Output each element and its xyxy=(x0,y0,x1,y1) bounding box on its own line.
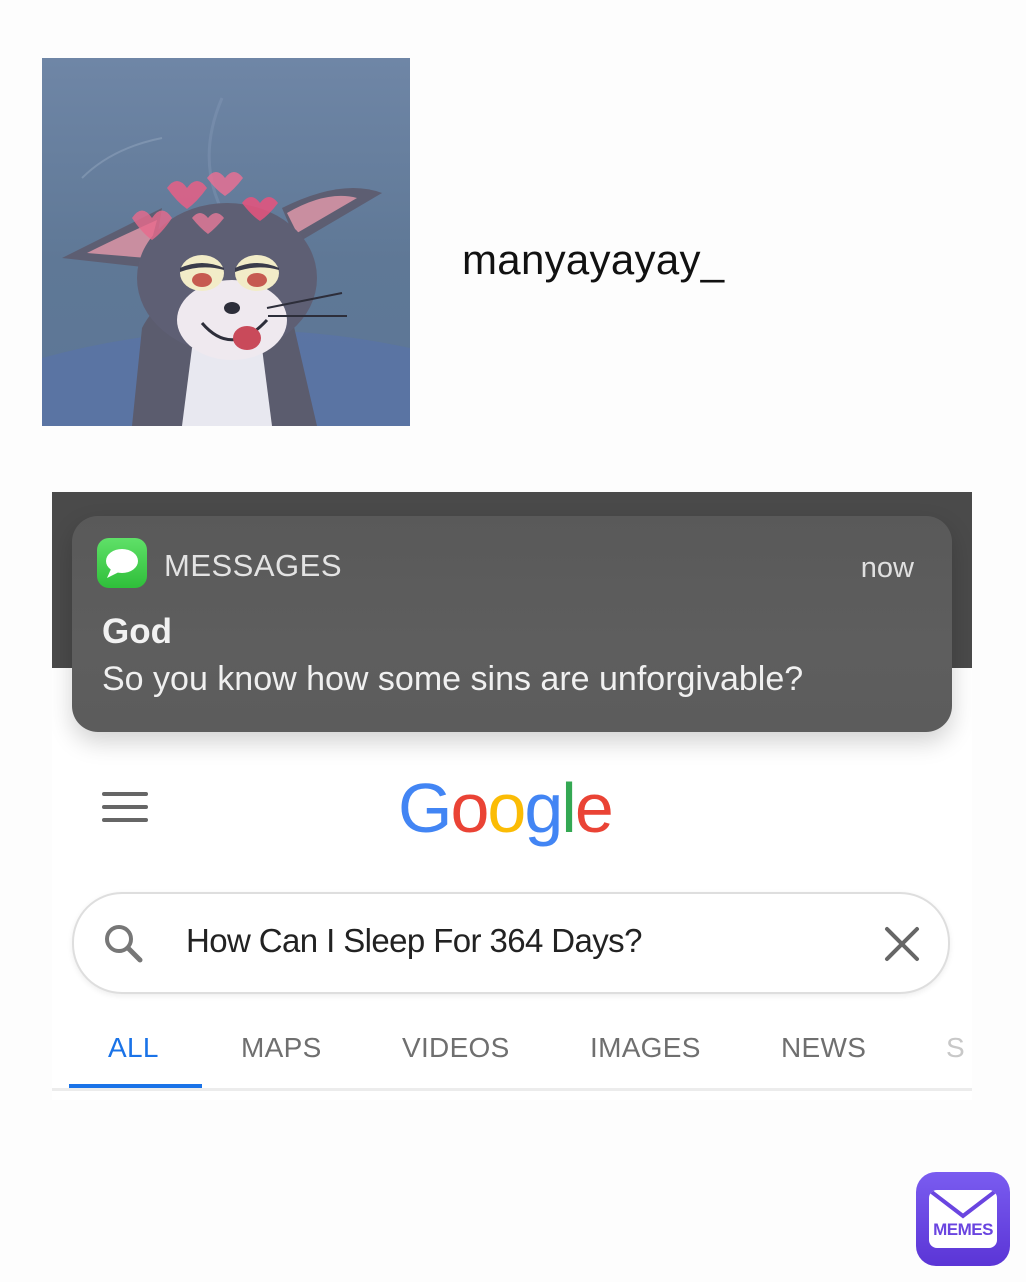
envelope-icon: MEMES xyxy=(929,1190,997,1248)
hamburger-menu-icon[interactable] xyxy=(102,792,148,824)
message-notification[interactable]: MESSAGES now God So you know how some si… xyxy=(72,516,952,732)
tab-shopping[interactable]: S xyxy=(946,1032,965,1064)
notification-title: God xyxy=(102,612,172,651)
logo-letter: o xyxy=(450,769,489,847)
google-logo[interactable]: Google xyxy=(398,768,614,848)
notification-app-name: MESSAGES xyxy=(164,548,342,583)
search-input[interactable] xyxy=(186,916,826,966)
logo-letter: l xyxy=(561,769,577,847)
avatar xyxy=(42,58,410,426)
notification-time: now xyxy=(860,552,914,584)
search-bar[interactable] xyxy=(72,892,950,994)
memes-label: MEMES xyxy=(933,1220,993,1239)
phone-screenshot: MESSAGES now God So you know how some si… xyxy=(52,492,972,1100)
logo-letter: g xyxy=(524,769,563,847)
tab-videos[interactable]: VIDEOS xyxy=(402,1032,510,1064)
messages-bubble-icon xyxy=(97,538,147,588)
username: manyayayay_ xyxy=(462,236,725,283)
search-icon[interactable] xyxy=(100,920,146,966)
logo-letter: e xyxy=(574,769,614,847)
tabs-divider xyxy=(52,1088,972,1091)
close-icon[interactable] xyxy=(882,924,922,964)
search-tabs: ALL MAPS VIDEOS IMAGES NEWS S xyxy=(52,1022,972,1090)
tab-all[interactable]: ALL xyxy=(108,1032,159,1064)
tab-images[interactable]: IMAGES xyxy=(590,1032,701,1064)
logo-letter: G xyxy=(398,769,452,847)
tab-maps[interactable]: MAPS xyxy=(241,1032,322,1064)
memes-watermark: MEMES xyxy=(916,1172,1010,1266)
tab-news[interactable]: NEWS xyxy=(781,1032,866,1064)
logo-letter: o xyxy=(487,769,526,847)
cartoon-cat-avatar-icon xyxy=(42,97,410,426)
notification-body: So you know how some sins are unforgivab… xyxy=(102,660,804,698)
